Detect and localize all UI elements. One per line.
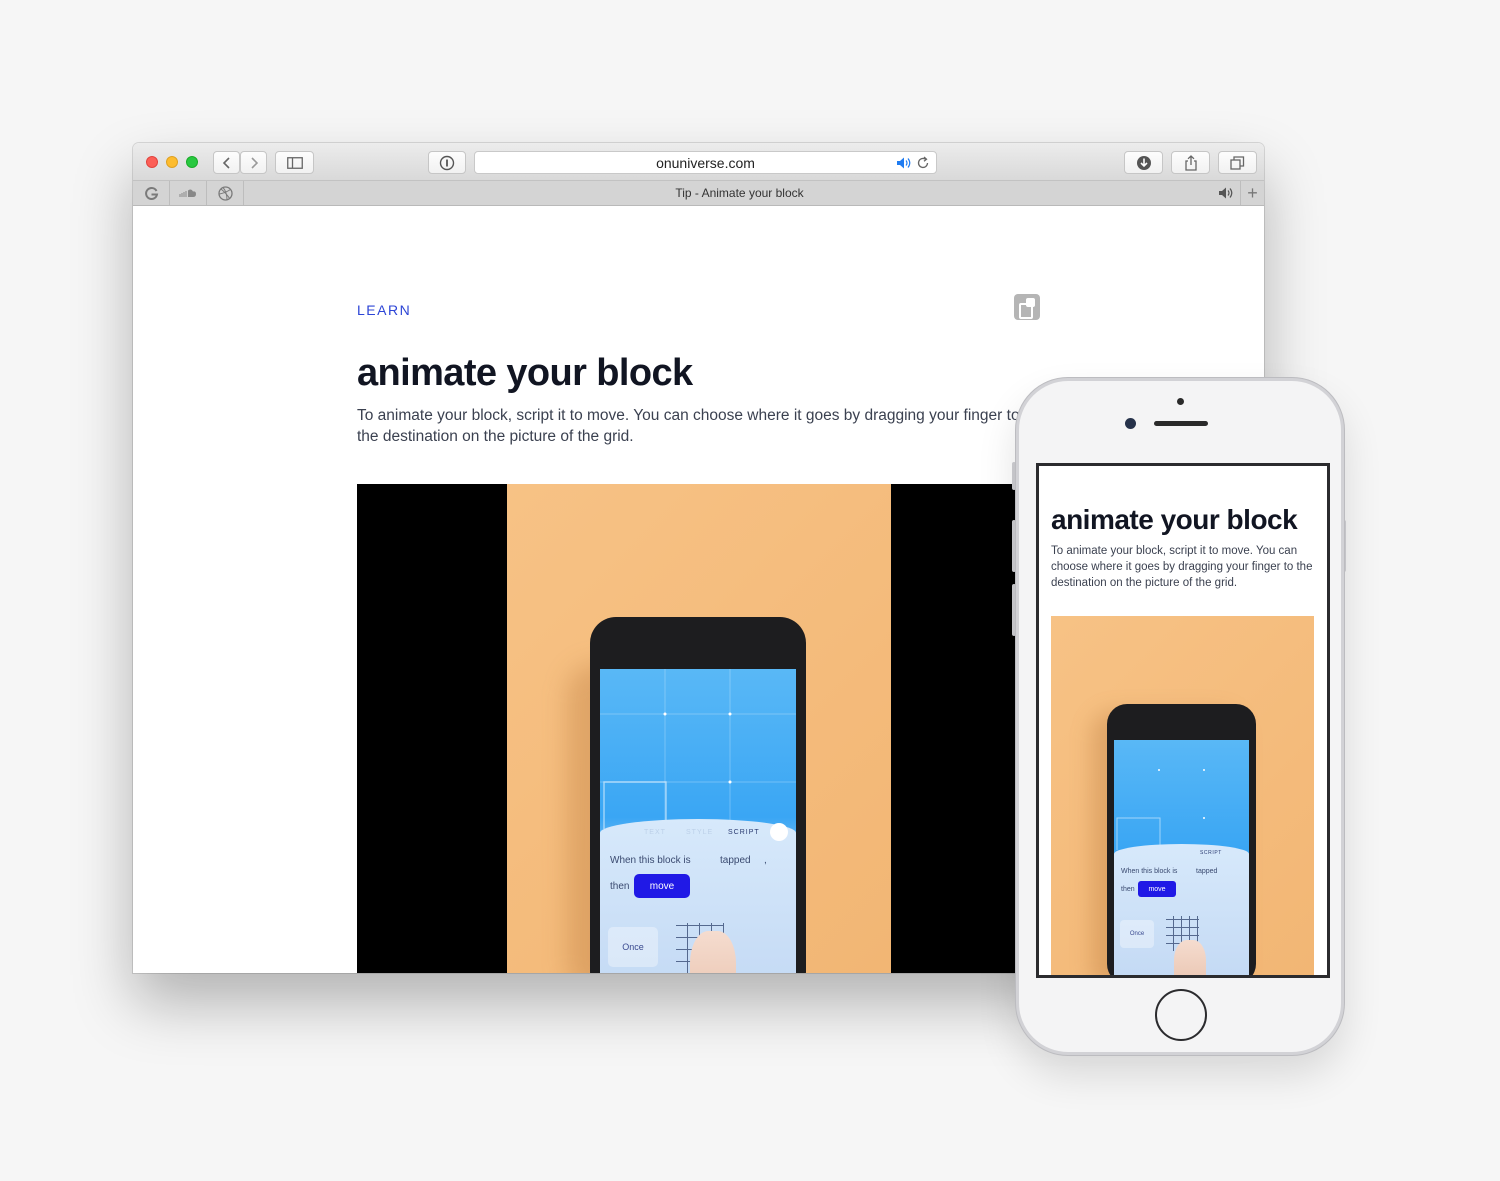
video-when-text: When this block is <box>610 855 691 866</box>
mobile-video-tab-script: SCRIPT <box>1200 850 1222 856</box>
google-icon <box>144 186 158 200</box>
page-title: animate your block <box>357 352 693 394</box>
mobile-video-once-option: Once <box>1120 920 1154 948</box>
close-window-button[interactable] <box>146 156 158 168</box>
tabs-icon <box>1230 155 1245 170</box>
page-description: To animate your block, script it to move… <box>357 407 1020 445</box>
universe-logo-icon[interactable] <box>1014 294 1040 320</box>
tabs-overview-button[interactable] <box>1218 151 1257 174</box>
video-tapped-text: tapped <box>720 855 751 866</box>
sidebar-icon <box>286 156 303 169</box>
mobile-page-title: animate your block <box>1051 504 1298 535</box>
reload-icon[interactable] <box>916 156 930 170</box>
phone-screen: animate your block To animate your block… <box>1036 463 1330 978</box>
video-phone-screen: TEXT STYLE SCRIPT When this block is tap… <box>600 669 796 973</box>
video-move-pill: move <box>634 874 690 898</box>
active-tab[interactable]: Tip - Animate your block <box>245 181 1234 205</box>
mobile-video-player[interactable]: SCRIPT When this block is tapped then mo… <box>1051 616 1314 975</box>
plus-icon: + <box>1247 182 1258 203</box>
phone-device: animate your block To animate your block… <box>1016 378 1344 1055</box>
mobile-video-move-text: move <box>1148 885 1166 893</box>
chevron-down-icon <box>770 823 788 841</box>
video-frame: TEXT STYLE SCRIPT When this block is tap… <box>507 484 891 973</box>
video-move-text: move <box>649 880 675 892</box>
section-label[interactable]: LEARN <box>357 302 411 318</box>
tab-title: Tip - Animate your block <box>675 186 804 200</box>
forward-button[interactable] <box>240 151 267 174</box>
reader-button[interactable] <box>428 151 466 174</box>
new-tab-button[interactable]: + <box>1240 181 1264 205</box>
pinned-tab-dribbble[interactable] <box>207 181 244 205</box>
tab-speaker-icon[interactable] <box>1218 186 1234 200</box>
minimize-window-button[interactable] <box>166 156 178 168</box>
pinned-tab-soundcloud[interactable] <box>170 181 207 205</box>
tab-bar: Tip - Animate your block + <box>133 181 1264 206</box>
video-phone: TEXT STYLE SCRIPT When this block is tap… <box>590 617 806 973</box>
address-bar[interactable]: onuniverse.com <box>474 151 937 174</box>
mobile-video-tapped-text: tapped <box>1196 868 1218 875</box>
phone-camera-icon <box>1125 418 1136 429</box>
zoom-window-button[interactable] <box>186 156 198 168</box>
browser-toolbar: onuniverse.com <box>133 143 1264 181</box>
speaker-icon[interactable] <box>896 156 912 170</box>
url-text: onuniverse.com <box>656 154 755 171</box>
back-icon <box>222 156 230 169</box>
sidebar-button[interactable] <box>275 151 314 174</box>
mobile-video-when-text: When this block is <box>1121 868 1178 875</box>
download-icon <box>1136 155 1151 170</box>
video-tab-script: SCRIPT <box>728 829 760 836</box>
back-button[interactable] <box>213 151 240 174</box>
video-tab-style: STYLE <box>686 829 714 836</box>
video-once-option: Once <box>608 927 658 967</box>
video-finger <box>690 931 736 973</box>
mobile-video-phone-screen: SCRIPT When this block is tapped then mo… <box>1114 740 1249 975</box>
reader-icon <box>439 155 455 170</box>
phone-speaker <box>1154 421 1208 426</box>
mobile-video-phone: SCRIPT When this block is tapped then mo… <box>1107 704 1256 975</box>
share-icon <box>1184 154 1197 171</box>
dribbble-icon <box>217 185 233 201</box>
phone-sensor <box>1177 398 1184 405</box>
video-comma: , <box>764 855 767 866</box>
home-button[interactable] <box>1155 989 1207 1041</box>
soundcloud-icon <box>179 189 196 197</box>
video-then-text: then <box>610 881 630 892</box>
mobile-video-then-text: then <box>1121 886 1135 893</box>
share-button[interactable] <box>1171 151 1210 174</box>
forward-icon <box>250 156 258 169</box>
mobile-video-finger <box>1174 940 1206 975</box>
download-button[interactable] <box>1124 151 1163 174</box>
mobile-video-move-pill: move <box>1138 881 1176 897</box>
mobile-page-description: To animate your block, script it to move… <box>1051 545 1313 589</box>
video-tab-text: TEXT <box>644 829 666 836</box>
pinned-tab-google[interactable] <box>133 181 170 205</box>
